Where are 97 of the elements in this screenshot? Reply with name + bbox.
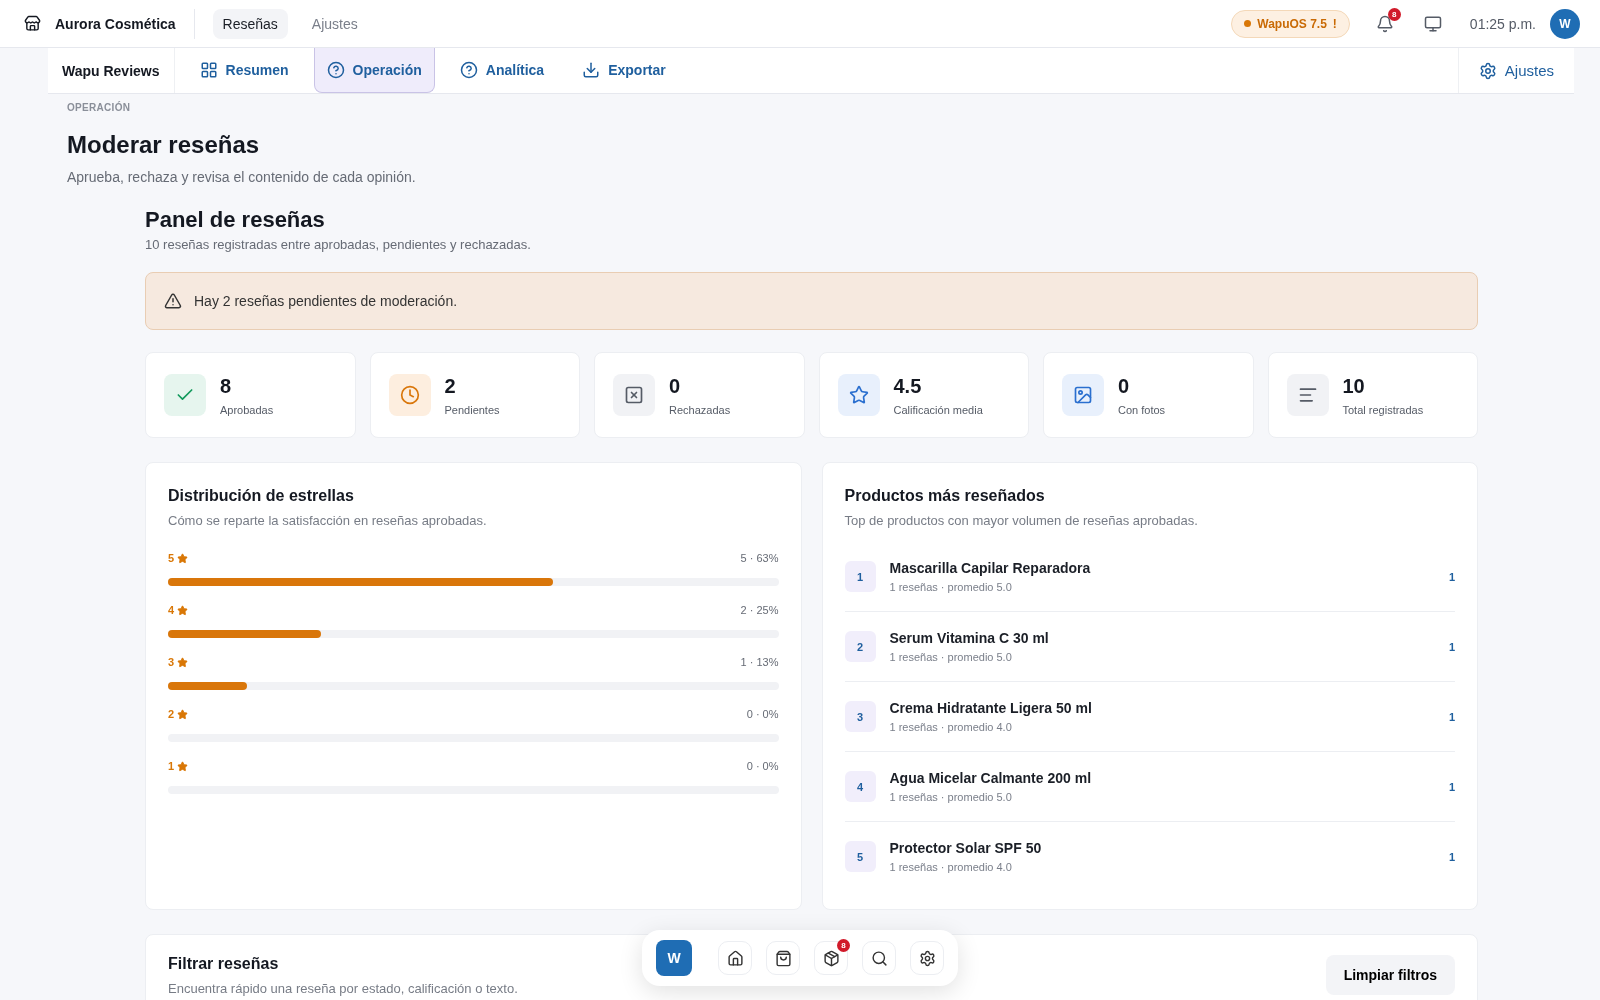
x-square-icon xyxy=(613,374,655,416)
product-meta: 1 reseñas · promedio 4.0 xyxy=(889,861,1013,873)
lines-icon xyxy=(1286,374,1329,416)
stat-value: 2 xyxy=(444,374,457,398)
section-eyebrow: OPERACIÓN xyxy=(67,102,132,113)
star-count: 5 xyxy=(168,552,175,564)
star-count: 3 xyxy=(168,656,175,668)
product-name: Serum Vitamina C 30 ml xyxy=(889,630,1050,646)
page-subtitle: Aprueba, rechaza y revisa el contenido de cada opinión. xyxy=(67,169,417,185)
card-subtitle: Encuentra rápido una reseña por estado, calificación o texto. xyxy=(168,981,518,996)
settings-button[interactable]: Ajustes xyxy=(1457,48,1574,93)
bar-reading: 2 · 25% xyxy=(740,604,779,616)
stat-value: 8 xyxy=(220,374,233,398)
stat-label: Pendientes xyxy=(444,403,500,416)
download-icon xyxy=(582,61,601,79)
app-name: Wapu Reviews xyxy=(48,48,175,93)
stat-label: Aprobadas xyxy=(220,403,274,416)
bar-reading: 5 · 63% xyxy=(740,552,779,564)
product-name: Mascarilla Capilar Reparadora xyxy=(889,560,1092,576)
store-icon xyxy=(24,15,41,32)
star-count: 2 xyxy=(168,708,175,720)
stat-label: Calificación media xyxy=(893,403,983,416)
clear-filters-button[interactable]: Limpiar filtros xyxy=(1325,955,1455,995)
card-subtitle: Cómo se reparte la satisfacción en reseñas aprobadas. xyxy=(168,513,488,528)
stat-label: Total registradas xyxy=(1342,403,1424,416)
nav-tab[interactable]: Resumen xyxy=(186,48,302,93)
review-count: 1 xyxy=(1448,710,1455,723)
star-icon xyxy=(177,604,189,616)
question-icon xyxy=(326,61,345,79)
nav-tab[interactable]: Analítica xyxy=(446,48,558,93)
stat-label: Con fotos xyxy=(1118,403,1166,416)
grid-icon xyxy=(199,61,218,79)
warning-icon xyxy=(164,292,182,310)
bag-icon xyxy=(774,949,792,967)
review-count: 1 xyxy=(1448,780,1455,793)
stat-label: Rechazadas xyxy=(669,403,731,416)
star-count: 1 xyxy=(168,760,175,772)
star-icon xyxy=(177,656,189,668)
home-icon xyxy=(726,949,744,967)
rank-badge: 1 xyxy=(844,561,876,592)
star-count: 4 xyxy=(168,604,175,616)
product-meta: 1 reseñas · promedio 5.0 xyxy=(889,581,1013,593)
review-count: 1 xyxy=(1448,570,1455,583)
card-title: Filtrar reseñas xyxy=(168,955,280,973)
card-title: Distribución de estrellas xyxy=(168,487,355,505)
rank-badge: 5 xyxy=(844,841,876,872)
product-name: Crema Hidratante Ligera 50 ml xyxy=(889,700,1093,716)
dock-badge: 8 xyxy=(837,939,850,952)
bar-reading: 0 · 0% xyxy=(746,708,779,720)
product-meta: 1 reseñas · promedio 5.0 xyxy=(889,791,1013,803)
clock-icon xyxy=(388,374,431,416)
stat-value: 0 xyxy=(1118,374,1131,398)
version-badge: WapuOS 7.5 ! xyxy=(1231,9,1350,38)
dock-avatar[interactable]: W xyxy=(656,940,692,976)
card-title: Productos más reseñados xyxy=(844,487,1046,505)
question-icon xyxy=(459,61,478,79)
star-icon xyxy=(177,708,189,720)
product-name: Protector Solar SPF 50 xyxy=(889,840,1043,856)
brand-name: Aurora Cosmética xyxy=(55,15,176,32)
bag-button[interactable] xyxy=(766,941,800,975)
stat-value: 0 xyxy=(669,374,682,398)
image-icon xyxy=(1062,374,1104,416)
nav-link[interactable]: Ajustes xyxy=(301,8,368,39)
bar-reading: 0 · 0% xyxy=(746,760,779,772)
settings-icon xyxy=(1478,61,1497,80)
stat-value: 10 xyxy=(1342,374,1366,398)
rank-badge: 2 xyxy=(844,631,876,662)
star-icon xyxy=(177,760,189,772)
review-count: 1 xyxy=(1448,640,1455,653)
search-icon xyxy=(870,949,888,967)
search-button[interactable] xyxy=(862,941,896,975)
product-name: Agua Micelar Calmante 200 ml xyxy=(889,770,1093,786)
page-title: Moderar reseñas xyxy=(67,131,261,159)
rank-badge: 3 xyxy=(844,701,876,732)
nav-tab[interactable]: Exportar xyxy=(569,48,679,93)
card-subtitle: Top de productos con mayor volumen de reseñas aprobadas. xyxy=(844,513,1199,528)
star-icon xyxy=(177,552,189,564)
user-avatar[interactable]: W xyxy=(1550,8,1580,39)
nav-tab[interactable]: Operación xyxy=(313,48,435,93)
alert-text: Hay 2 reseñas pendientes de moderación. xyxy=(194,293,458,309)
clock-time: 01:25 p.m. xyxy=(1469,15,1536,32)
home-button[interactable] xyxy=(718,941,752,975)
review-count: 1 xyxy=(1448,850,1455,863)
product-meta: 1 reseñas · promedio 4.0 xyxy=(889,721,1013,733)
rank-badge: 4 xyxy=(844,771,876,802)
notifications-button[interactable]: 8 xyxy=(1371,10,1398,37)
package-icon xyxy=(822,949,840,967)
panel-subtitle: 10 reseñas registradas entre aprobadas, pendientes y rechazadas. xyxy=(145,237,532,252)
settings-button[interactable] xyxy=(910,941,944,975)
settings-icon xyxy=(918,949,936,967)
check-icon xyxy=(164,374,206,416)
package-button[interactable]: 8 xyxy=(814,941,848,975)
stat-value: 4.5 xyxy=(893,374,923,398)
panel-title: Panel de reseñas xyxy=(145,207,326,233)
nav-link[interactable]: Reseñas xyxy=(212,8,288,39)
bar-reading: 1 · 13% xyxy=(740,656,779,668)
product-meta: 1 reseñas · promedio 5.0 xyxy=(889,651,1013,663)
